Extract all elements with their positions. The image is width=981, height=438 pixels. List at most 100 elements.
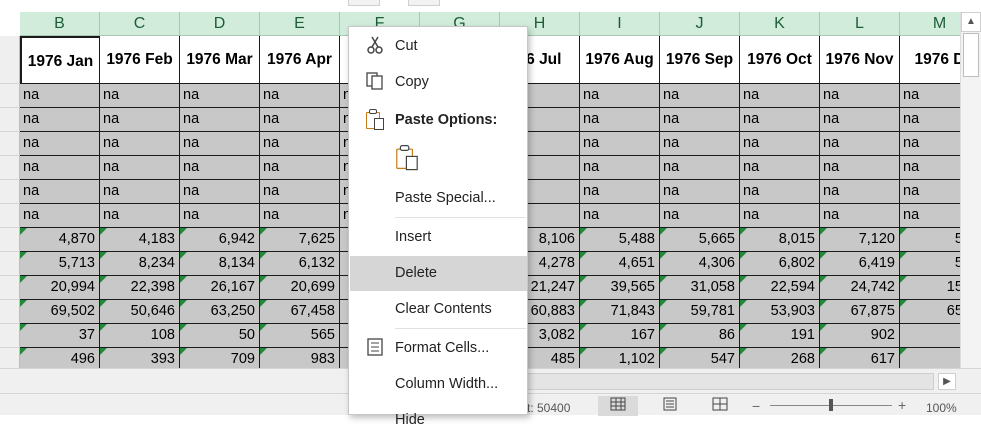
table-cell[interactable]: 191 bbox=[740, 324, 820, 348]
normal-view-icon[interactable] bbox=[598, 396, 638, 416]
table-cell[interactable]: 86 bbox=[660, 324, 740, 348]
row-header[interactable] bbox=[0, 180, 20, 204]
table-cell[interactable]: 268 bbox=[740, 348, 820, 368]
table-cell[interactable]: 65,8 bbox=[900, 300, 960, 324]
table-cell[interactable]: na bbox=[820, 180, 900, 204]
table-cell[interactable]: na bbox=[100, 108, 180, 132]
table-cell[interactable]: na bbox=[260, 180, 340, 204]
table-cell[interactable]: na bbox=[580, 132, 660, 156]
column-header-b[interactable]: B bbox=[20, 12, 100, 36]
table-cell[interactable]: 20,699 bbox=[260, 276, 340, 300]
row-header[interactable] bbox=[0, 276, 20, 300]
header-cell[interactable]: 1976 Mar bbox=[180, 36, 260, 84]
table-cell[interactable]: na bbox=[580, 204, 660, 228]
table-cell[interactable]: 393 bbox=[100, 348, 180, 368]
table-cell[interactable]: na bbox=[100, 180, 180, 204]
row-header[interactable] bbox=[0, 228, 20, 252]
table-cell[interactable]: 617 bbox=[820, 348, 900, 368]
table-cell[interactable]: 7,120 bbox=[820, 228, 900, 252]
table-cell[interactable]: na bbox=[20, 132, 100, 156]
table-cell[interactable]: na bbox=[180, 132, 260, 156]
page-layout-view-icon[interactable] bbox=[650, 396, 690, 416]
table-cell[interactable]: na bbox=[260, 84, 340, 108]
table-cell[interactable]: na bbox=[820, 156, 900, 180]
table-cell[interactable]: na bbox=[900, 132, 960, 156]
menu-item-hide[interactable]: Hide bbox=[350, 403, 527, 438]
table-cell[interactable]: 24,742 bbox=[820, 276, 900, 300]
table-cell[interactable]: na bbox=[660, 204, 740, 228]
table-cell[interactable]: 5,488 bbox=[580, 228, 660, 252]
zoom-level[interactable]: 100% bbox=[926, 401, 957, 415]
table-cell[interactable]: na bbox=[900, 204, 960, 228]
table-cell[interactable]: na bbox=[900, 84, 960, 108]
table-cell[interactable]: 108 bbox=[100, 324, 180, 348]
table-cell[interactable]: na bbox=[100, 156, 180, 180]
table-cell[interactable]: na bbox=[820, 204, 900, 228]
table-cell[interactable]: 50 bbox=[180, 324, 260, 348]
column-header-i[interactable]: I bbox=[580, 12, 660, 36]
table-cell[interactable]: na bbox=[660, 108, 740, 132]
table-cell[interactable]: 5,713 bbox=[20, 252, 100, 276]
table-cell[interactable]: 5,4 bbox=[900, 252, 960, 276]
table-cell[interactable]: na bbox=[900, 108, 960, 132]
table-cell[interactable]: 1,102 bbox=[580, 348, 660, 368]
menu-item-clear-contents[interactable]: Clear Contents bbox=[350, 292, 527, 327]
table-cell[interactable]: 902 bbox=[820, 324, 900, 348]
row-header[interactable] bbox=[0, 84, 20, 108]
row-header[interactable] bbox=[0, 156, 20, 180]
table-cell[interactable]: na bbox=[900, 156, 960, 180]
column-header-l[interactable]: L bbox=[820, 12, 900, 36]
table-cell[interactable]: 5,665 bbox=[660, 228, 740, 252]
menu-item-cut[interactable]: Cut bbox=[350, 29, 527, 64]
table-cell[interactable]: na bbox=[820, 84, 900, 108]
table-cell[interactable]: 4,306 bbox=[660, 252, 740, 276]
table-cell[interactable]: na bbox=[740, 156, 820, 180]
table-cell[interactable]: 7,625 bbox=[260, 228, 340, 252]
table-cell[interactable]: na bbox=[820, 132, 900, 156]
table-cell[interactable]: na bbox=[180, 108, 260, 132]
table-cell[interactable]: 6,942 bbox=[180, 228, 260, 252]
table-cell[interactable]: 167 bbox=[580, 324, 660, 348]
table-cell[interactable]: 6,419 bbox=[820, 252, 900, 276]
table-cell[interactable]: na bbox=[740, 204, 820, 228]
table-cell[interactable]: na bbox=[20, 108, 100, 132]
table-cell[interactable]: 5,9 bbox=[900, 228, 960, 252]
row-header[interactable] bbox=[0, 108, 20, 132]
table-cell[interactable]: na bbox=[900, 180, 960, 204]
table-cell[interactable]: na bbox=[580, 108, 660, 132]
menu-item-format-cells[interactable]: Format Cells... bbox=[350, 331, 527, 366]
table-cell[interactable]: 547 bbox=[660, 348, 740, 368]
table-cell[interactable]: 6,802 bbox=[740, 252, 820, 276]
column-header-e[interactable]: E bbox=[260, 12, 340, 36]
table-cell[interactable]: na bbox=[660, 132, 740, 156]
table-cell[interactable]: na bbox=[740, 180, 820, 204]
table-cell[interactable]: na bbox=[740, 84, 820, 108]
table-cell[interactable]: na bbox=[740, 108, 820, 132]
table-cell[interactable]: 59,781 bbox=[660, 300, 740, 324]
table-cell[interactable]: 6,132 bbox=[260, 252, 340, 276]
table-cell[interactable]: 4,183 bbox=[100, 228, 180, 252]
table-cell[interactable]: na bbox=[580, 84, 660, 108]
header-cell[interactable]: 1976 D bbox=[900, 36, 960, 84]
horizontal-scrollbar[interactable] bbox=[520, 373, 934, 390]
table-cell[interactable]: 50,646 bbox=[100, 300, 180, 324]
table-cell[interactable]: 565 bbox=[260, 324, 340, 348]
menu-item-insert[interactable]: Insert bbox=[350, 220, 527, 255]
table-cell[interactable]: na bbox=[260, 204, 340, 228]
table-cell[interactable]: na bbox=[580, 156, 660, 180]
table-cell[interactable]: 37 bbox=[20, 324, 100, 348]
header-cell[interactable]: 1976 Nov bbox=[820, 36, 900, 84]
zoom-in-button[interactable]: + bbox=[898, 397, 906, 413]
table-cell[interactable]: 67,875 bbox=[820, 300, 900, 324]
header-cell[interactable]: 1976 Apr bbox=[260, 36, 340, 84]
table-cell[interactable]: na bbox=[100, 204, 180, 228]
table-cell[interactable]: na bbox=[100, 132, 180, 156]
table-cell[interactable]: 39,565 bbox=[580, 276, 660, 300]
table-cell[interactable]: na bbox=[260, 132, 340, 156]
header-cell[interactable]: 1976 Oct bbox=[740, 36, 820, 84]
table-cell[interactable]: 496 bbox=[20, 348, 100, 368]
table-cell[interactable]: 5 bbox=[900, 348, 960, 368]
row-header[interactable] bbox=[0, 252, 20, 276]
table-cell[interactable]: 4,870 bbox=[20, 228, 100, 252]
header-cell[interactable]: 1976 Feb bbox=[100, 36, 180, 84]
